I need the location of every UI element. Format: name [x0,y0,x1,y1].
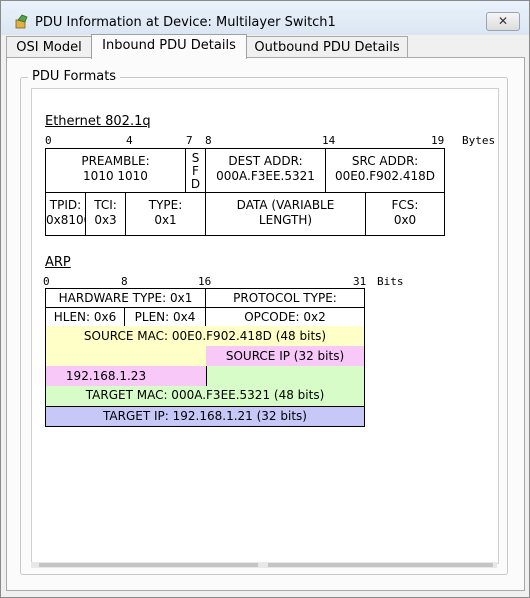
tpid-field: TPID: 0x8100 [45,192,86,236]
tab-inbound-pdu-details[interactable]: Inbound PDU Details [91,34,247,59]
protocol-type-field: PROTOCOL TYPE: [205,288,365,308]
src-addr-value: 00E0.F902.418D [334,169,436,183]
close-button[interactable]: ✕ [486,12,520,31]
ruler-tick: 16 [198,275,212,288]
tci-field: TCI: 0x3 [85,192,126,236]
dest-addr-label: DEST ADDR: [228,154,303,168]
type-label: TYPE: [148,198,183,212]
source-mac-tail [46,346,206,366]
window-title: PDU Information at Device: Multilayer Sw… [35,15,336,30]
source-mac-field: SOURCE MAC: 00E0.F902.418D (48 bits) [46,326,364,346]
preamble-field: PREAMBLE: 1010 1010 [45,148,186,193]
tab-outbound-pdu-details[interactable]: Outbound PDU Details [246,36,408,58]
title-bar[interactable]: PDU Information at Device: Multilayer Sw… [1,1,529,35]
ruler-tick: 0 [45,134,52,147]
scrollbar-thumb[interactable] [268,563,493,567]
ruler-unit: Bits [377,275,404,288]
sfd-letter: D [190,177,201,191]
type-value: 0x1 [154,213,177,227]
ruler-tick: 8 [121,275,128,288]
data-label-line1: DATA (VARIABLE [236,198,335,212]
fcs-field: FCS: 0x0 [365,192,445,236]
scrollbar-thumb[interactable] [39,563,258,567]
target-mac-field: TARGET MAC: 000A.F3EE.5321 (48 bits) [45,386,365,407]
hardware-type-field: HARDWARE TYPE: 0x1 [45,288,206,308]
ruler-tick: 7 [186,134,193,147]
preamble-label: PREAMBLE: [81,154,150,168]
tci-value: 0x3 [94,213,117,227]
sfd-field: S F D [185,148,206,193]
target-mac-head [206,366,364,386]
address-block: SOURCE MAC: 00E0.F902.418D (48 bits) SOU… [45,326,365,386]
group-label: PDU Formats [28,69,121,84]
opcode-field: OPCODE: 0x2 [205,307,365,327]
target-ip-field: TARGET IP: 192.168.1.21 (32 bits) [45,406,365,427]
ethernet-title: Ethernet 802.1q [45,114,151,129]
tci-label: TCI: [94,198,117,212]
fcs-value: 0x0 [393,213,417,227]
src-addr-field: SRC ADDR: 00E0.F902.418D [325,148,445,193]
packet-tracer-icon [15,14,28,29]
ruler-tick: 19 [431,134,445,147]
dest-addr-field: DEST ADDR: 000A.F3EE.5321 [205,148,326,193]
src-addr-label: SRC ADDR: [351,154,419,168]
plen-field: PLEN: 0x4 [124,307,206,327]
ruler-tick: 31 [353,275,367,288]
arp-title: ARP [45,255,71,270]
close-icon: ✕ [497,14,509,28]
pdu-info-window: PDU Information at Device: Multilayer Sw… [0,0,530,598]
tab-osi-model[interactable]: OSI Model [6,36,92,58]
tpid-value: 0x8100 [46,213,85,227]
type-field: TYPE: 0x1 [125,192,206,236]
ruler-tick: 8 [205,134,212,147]
ruler-unit: Bytes [462,134,496,147]
source-ip-label-field: SOURCE IP (32 bits) [206,346,364,366]
data-field: DATA (VARIABLE LENGTH) [205,192,366,236]
dest-addr-value: 000A.F3EE.5321 [216,169,315,183]
horizontal-scrollbar[interactable] [31,562,497,568]
ruler-tick: 14 [322,134,336,147]
tpid-label: TPID: [49,198,82,212]
ruler-tick: 4 [126,134,133,147]
data-label-line2: LENGTH) [258,213,313,227]
hlen-field: HLEN: 0x6 [45,307,125,327]
ruler-tick: 0 [43,275,50,288]
pdu-formats-group: PDU Formats Ethernet 802.1q 0 4 7 8 14 1… [20,69,508,575]
pdu-scroll-area[interactable]: Ethernet 802.1q 0 4 7 8 14 19 Bytes PREA… [31,88,499,564]
fcs-label: FCS: [391,198,419,212]
source-ip-field: 192.168.1.23 [46,366,206,386]
tab-panel: PDU Formats Ethernet 802.1q 0 4 7 8 14 1… [6,57,525,591]
preamble-value: 1010 1010 [83,169,148,183]
